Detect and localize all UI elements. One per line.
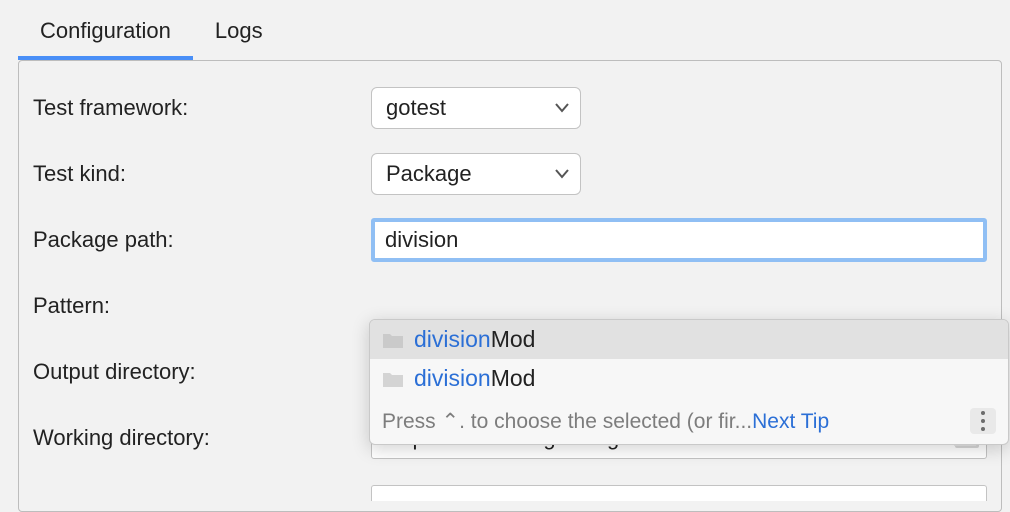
row-test-framework: Test framework: gotest [19, 75, 1001, 141]
row-test-kind: Test kind: Package [19, 141, 1001, 207]
hint-suffix: . to choose the selected (or fir... [459, 410, 752, 433]
tab-logs[interactable]: Logs [193, 4, 285, 60]
label-pattern: Pattern: [33, 293, 371, 319]
package-icon [382, 331, 404, 349]
input-next-partial[interactable] [371, 485, 987, 501]
select-test-framework-value: gotest [386, 95, 446, 121]
next-tip-link[interactable]: Next Tip [752, 410, 829, 433]
autocomplete-item-0[interactable]: divisionMod [370, 320, 1008, 359]
hint-key: ⌃ [442, 410, 460, 433]
chevron-down-icon [554, 168, 570, 180]
label-package-path: Package path: [33, 227, 371, 253]
select-test-framework[interactable]: gotest [371, 87, 581, 129]
input-package-path[interactable] [371, 218, 987, 262]
select-test-kind-value: Package [386, 161, 472, 187]
autocomplete-hint: Press ⌃. to choose the selected (or fir.… [382, 409, 970, 434]
autocomplete-footer: Press ⌃. to choose the selected (or fir.… [370, 398, 1008, 444]
row-next-partial [19, 471, 1001, 501]
hint-prefix: Press [382, 410, 442, 433]
autocomplete-popup: divisionMod divisionMod Press ⌃. to choo… [369, 319, 1009, 445]
autocomplete-item-1-match: division [414, 365, 491, 391]
tab-configuration[interactable]: Configuration [18, 4, 193, 60]
label-test-framework: Test framework: [33, 95, 371, 121]
select-test-kind[interactable]: Package [371, 153, 581, 195]
more-options-icon[interactable] [970, 408, 996, 434]
label-test-kind: Test kind: [33, 161, 371, 187]
label-working-directory: Working directory: [33, 425, 371, 451]
autocomplete-item-0-match: division [414, 326, 491, 352]
configuration-panel: Test framework: gotest Test kind: Packag… [18, 60, 1002, 512]
chevron-down-icon [554, 102, 570, 114]
package-icon [382, 370, 404, 388]
row-package-path: Package path: [19, 207, 1001, 273]
autocomplete-item-1-rest: Mod [491, 365, 536, 391]
tab-bar: Configuration Logs [0, 0, 1010, 60]
autocomplete-item-1[interactable]: divisionMod [370, 359, 1008, 398]
label-output-directory: Output directory: [33, 359, 371, 385]
autocomplete-item-0-rest: Mod [491, 326, 536, 352]
